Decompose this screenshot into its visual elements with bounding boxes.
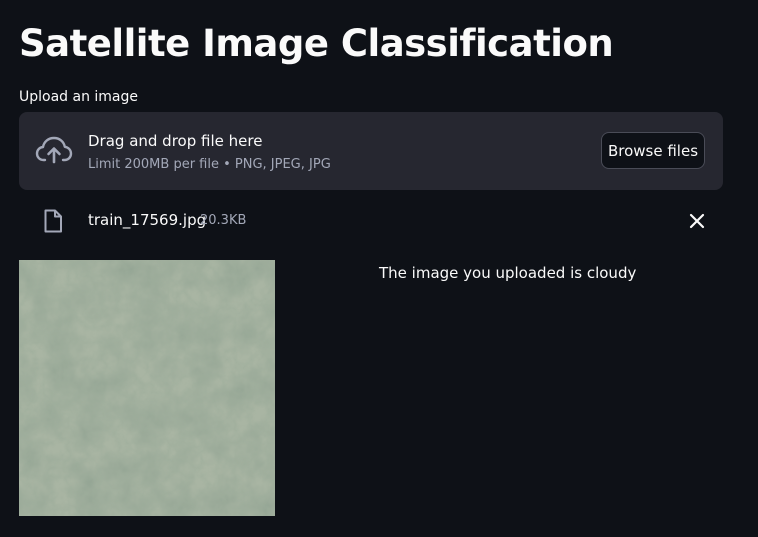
file-name: train_17569.jpg (88, 211, 207, 229)
file-icon (44, 209, 62, 233)
classification-result: The image you uploaded is cloudy (379, 264, 637, 282)
file-dropzone[interactable]: Drag and drop file here Limit 200MB per … (19, 112, 723, 190)
dropzone-title: Drag and drop file here (88, 132, 263, 150)
file-size: 20.3KB (200, 213, 247, 228)
app-page: Satellite Image Classification Upload an… (0, 0, 758, 537)
close-icon[interactable] (687, 211, 707, 231)
upload-label: Upload an image (19, 89, 139, 105)
dropzone-limit-text: Limit 200MB per file • PNG, JPEG, JPG (88, 157, 331, 172)
browse-files-button[interactable]: Browse files (601, 132, 705, 169)
cloud-texture-image (19, 260, 275, 516)
page-title: Satellite Image Classification (19, 22, 614, 65)
uploaded-file-row: train_17569.jpg 20.3KB (19, 200, 723, 240)
uploaded-satellite-image (19, 260, 275, 516)
cloud-upload-icon (35, 136, 73, 164)
